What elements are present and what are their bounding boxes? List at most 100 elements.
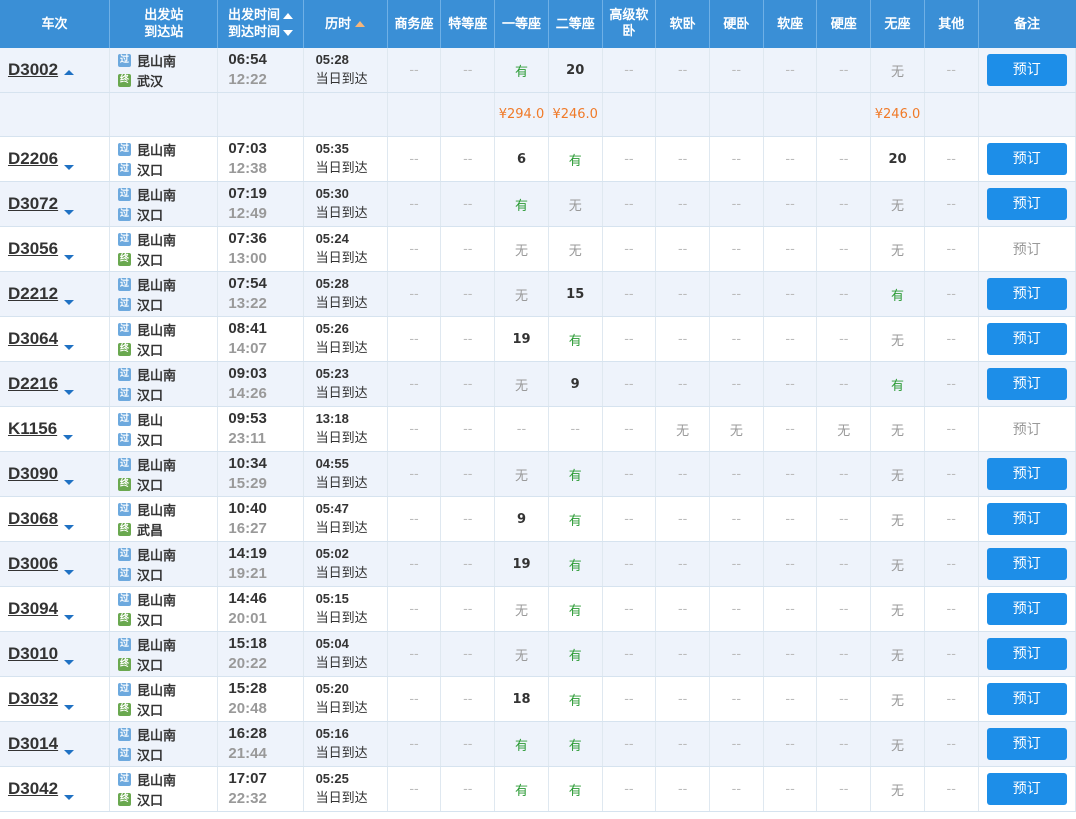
seat-soft-sleeper[interactable]: -- [655,181,710,227]
expand-arrow-icon[interactable] [64,344,75,350]
seat-soft-seat[interactable]: -- [763,48,818,93]
seat-business[interactable]: -- [387,541,442,587]
seat-soft-sleeper[interactable]: -- [655,48,710,93]
seat-standing[interactable]: 无 [870,451,925,497]
seat-deluxe-soft-sleeper[interactable]: -- [602,586,657,632]
seat-second[interactable]: -- [548,406,603,452]
book-button[interactable]: 预订 [986,188,1067,220]
seat-first[interactable]: 有 [494,721,549,767]
expand-arrow-icon[interactable] [64,614,75,620]
seat-special[interactable]: -- [440,676,496,722]
seat-special[interactable]: -- [440,541,496,587]
seat-special[interactable]: -- [440,361,496,407]
book-button[interactable]: 预订 [986,54,1067,86]
seat-first[interactable]: 19 [494,541,549,587]
seat-second[interactable]: 有 [548,451,603,497]
seat-soft-sleeper[interactable]: -- [655,271,710,317]
train-no-link[interactable]: D3094 [8,599,58,618]
train-no-link[interactable]: D3068 [8,509,58,528]
train-no-link[interactable]: D3032 [8,689,58,708]
seat-hard-seat[interactable]: -- [816,361,872,407]
train-no-link[interactable]: D3006 [8,554,58,573]
seat-deluxe-soft-sleeper[interactable]: -- [602,316,657,362]
col-times[interactable]: 出发时间 到达时间 [217,0,304,48]
seat-other[interactable]: -- [924,271,979,317]
book-button[interactable]: 预订 [986,638,1067,670]
seat-standing[interactable]: 无 [870,631,925,677]
seat-standing[interactable]: 无 [870,586,925,632]
expand-arrow-icon[interactable] [64,794,75,800]
book-button[interactable]: 预订 [986,323,1067,355]
seat-first[interactable]: 有 [494,766,549,812]
seat-business[interactable]: -- [387,631,442,677]
seat-first[interactable]: 6 [494,136,549,182]
seat-soft-seat[interactable]: -- [763,631,818,677]
train-no-link[interactable]: D3014 [8,734,58,753]
seat-soft-sleeper[interactable]: -- [655,676,710,722]
seat-special[interactable]: -- [440,496,496,542]
seat-standing[interactable]: 有 [870,271,925,317]
seat-second[interactable]: 有 [548,586,603,632]
seat-other[interactable]: -- [924,496,979,542]
train-no-link[interactable]: D3072 [8,194,58,213]
seat-hard-sleeper[interactable]: -- [709,541,764,587]
seat-hard-seat[interactable]: -- [816,631,872,677]
seat-other[interactable]: -- [924,226,979,272]
book-button[interactable]: 预订 [986,278,1067,310]
seat-standing[interactable]: 无 [870,766,925,812]
seat-hard-sleeper[interactable]: -- [709,766,764,812]
seat-soft-seat[interactable]: -- [763,271,818,317]
seat-soft-sleeper[interactable]: -- [655,136,710,182]
seat-special[interactable]: -- [440,451,496,497]
seat-hard-sleeper[interactable]: 无 [709,406,764,452]
seat-business[interactable]: -- [387,361,442,407]
seat-soft-sleeper[interactable]: -- [655,541,710,587]
expand-arrow-icon[interactable] [64,299,75,305]
seat-business[interactable]: -- [387,451,442,497]
train-no-link[interactable]: D3064 [8,329,58,348]
seat-special[interactable]: -- [440,316,496,362]
seat-hard-seat[interactable]: -- [816,451,872,497]
seat-hard-seat[interactable]: -- [816,48,872,93]
seat-second[interactable]: 有 [548,136,603,182]
seat-other[interactable]: -- [924,136,979,182]
seat-special[interactable]: -- [440,721,496,767]
col-duration[interactable]: 历时 [303,0,388,48]
seat-standing[interactable]: 无 [870,316,925,362]
seat-first[interactable]: 有 [494,181,549,227]
seat-other[interactable]: -- [924,181,979,227]
seat-soft-seat[interactable]: -- [763,541,818,587]
seat-hard-sleeper[interactable]: -- [709,496,764,542]
seat-hard-seat[interactable]: -- [816,586,872,632]
seat-standing[interactable]: 无 [870,181,925,227]
seat-business[interactable]: -- [387,676,442,722]
seat-hard-seat[interactable]: -- [816,136,872,182]
train-no-link[interactable]: D2216 [8,374,58,393]
seat-special[interactable]: -- [440,48,496,93]
seat-soft-sleeper[interactable]: -- [655,316,710,362]
seat-soft-sleeper[interactable]: -- [655,766,710,812]
seat-soft-sleeper[interactable]: -- [655,496,710,542]
seat-second[interactable]: 15 [548,271,603,317]
seat-special[interactable]: -- [440,586,496,632]
seat-standing[interactable]: 20 [870,136,925,182]
book-button[interactable]: 预订 [986,143,1067,175]
seat-second[interactable]: 有 [548,316,603,362]
seat-standing[interactable]: 无 [870,676,925,722]
seat-second[interactable]: 无 [548,181,603,227]
seat-business[interactable]: -- [387,586,442,632]
seat-other[interactable]: -- [924,721,979,767]
seat-soft-sleeper[interactable]: -- [655,631,710,677]
seat-hard-seat[interactable]: -- [816,316,872,362]
seat-special[interactable]: -- [440,136,496,182]
seat-hard-seat[interactable]: -- [816,676,872,722]
seat-soft-seat[interactable]: -- [763,181,818,227]
seat-soft-sleeper[interactable]: -- [655,226,710,272]
seat-first[interactable]: -- [494,406,549,452]
seat-soft-sleeper[interactable]: -- [655,586,710,632]
expand-arrow-icon[interactable] [64,659,75,665]
book-button[interactable]: 预订 [986,548,1067,580]
seat-deluxe-soft-sleeper[interactable]: -- [602,631,657,677]
seat-hard-seat[interactable]: -- [816,181,872,227]
seat-soft-seat[interactable]: -- [763,451,818,497]
